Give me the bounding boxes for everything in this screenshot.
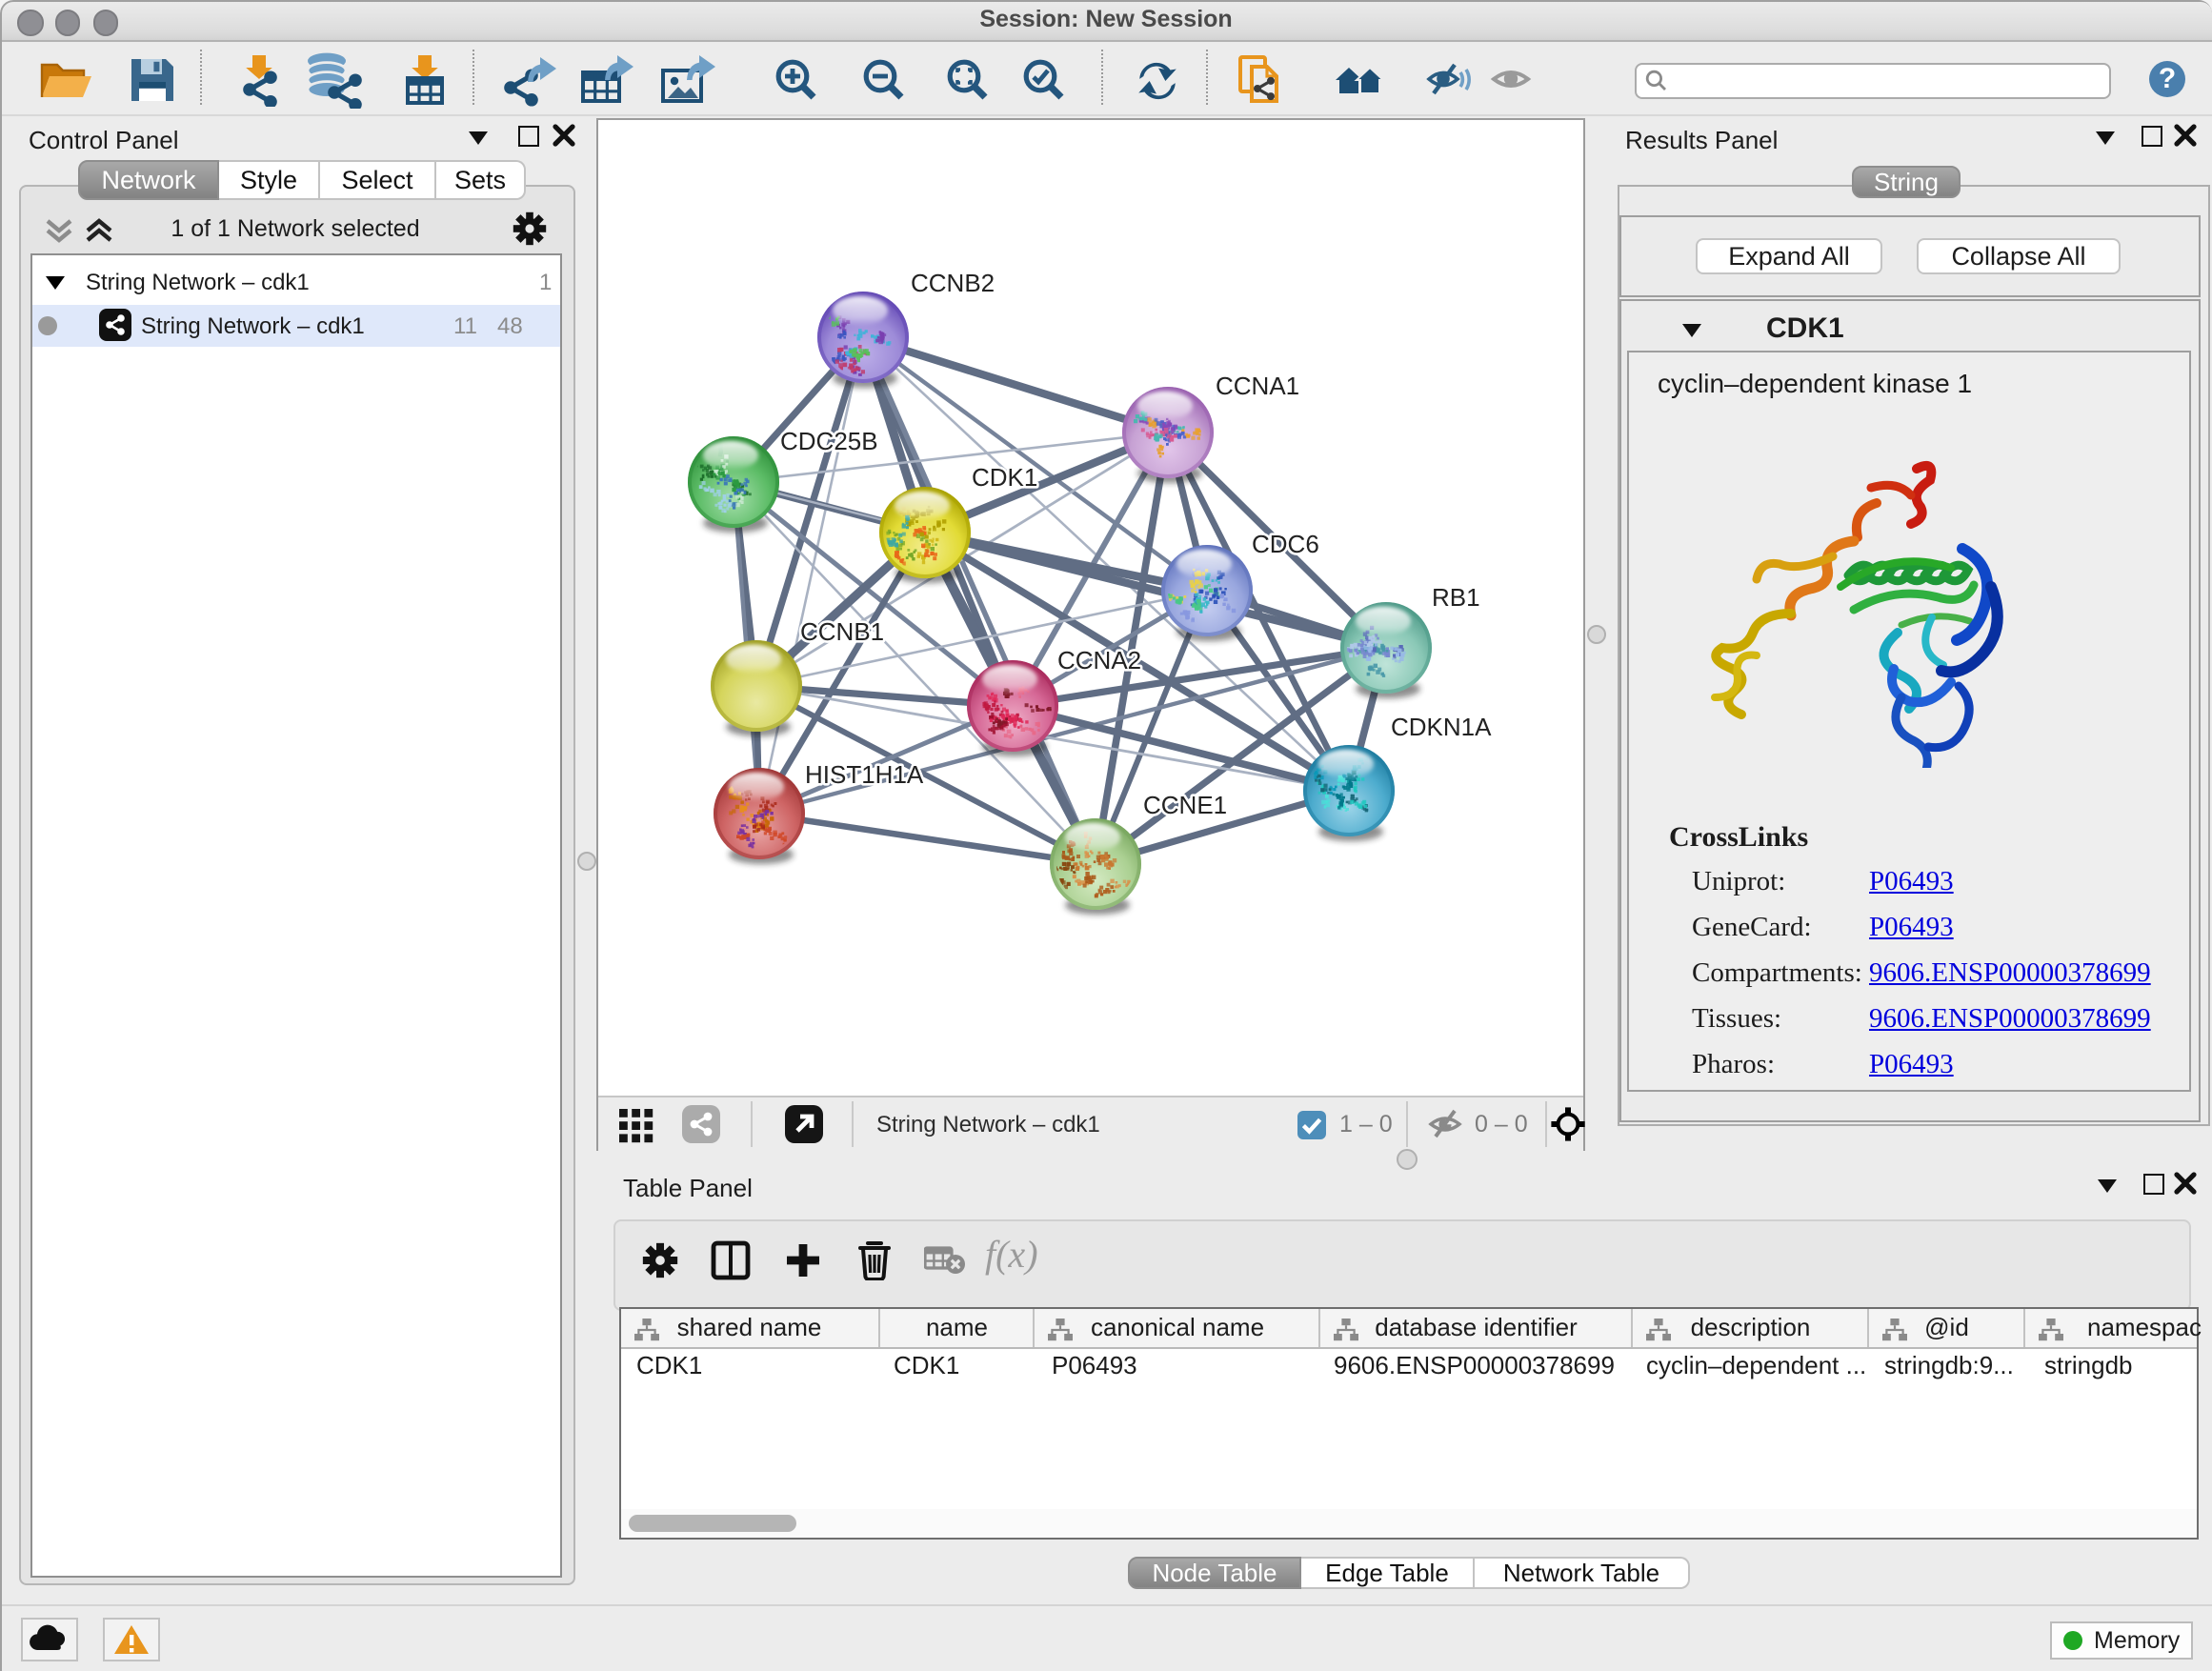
svg-text:CDK1: CDK1 [972,463,1037,492]
svg-text:CDKN1A: CDKN1A [1391,713,1492,741]
svg-text:CDC25B: CDC25B [780,427,878,455]
svg-text:CCNB2: CCNB2 [911,269,995,297]
svg-text:HIST1H1A: HIST1H1A [805,760,924,789]
svg-text:CCNA2: CCNA2 [1057,646,1141,674]
svg-text:RB1: RB1 [1432,583,1480,612]
svg-text:CCNE1: CCNE1 [1143,791,1227,819]
svg-text:CCNB1: CCNB1 [800,617,884,646]
svg-text:CCNA1: CCNA1 [1216,372,1299,400]
svg-text:CDC6: CDC6 [1252,530,1319,558]
